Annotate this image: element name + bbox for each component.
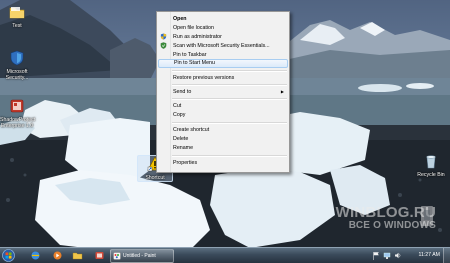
menu-item-label: Send to [173,89,192,95]
network-icon[interactable] [383,249,391,262]
menu-item-open-file-location[interactable]: Open file location [172,24,287,32]
uac-shield-icon [160,33,167,40]
flag-icon[interactable] [372,249,380,262]
menu-item-restore-previous-versions[interactable]: Restore previous versions [172,74,287,82]
desktop-icon-label: Microsoft Security... [5,69,29,81]
menu-item-pin-to-taskbar[interactable]: Pin to Taskbar [172,51,287,59]
desktop-icon-microsoft-security[interactable]: Microsoft Security... [0,50,34,81]
explorer-icon[interactable] [30,249,41,262]
menu-item-delete[interactable]: Delete [172,135,287,143]
menu-separator [172,70,287,72]
desktop-icon-label: Shortcut [145,175,165,181]
menu-item-pin-to-start-menu[interactable]: Pin to Start Menu [158,59,288,68]
menu-separator [172,122,287,124]
desktop-icon-label: ShadowProtect Enterprise 1.0 [0,117,36,129]
desktop-icon-label: Test [12,23,22,29]
menu-separator [172,98,287,100]
menu-item-cut[interactable]: Cut [172,102,287,110]
media-player-icon[interactable] [52,249,63,262]
menu-item-properties[interactable]: Properties [172,159,287,167]
desktop-icon-recycle-bin[interactable]: Recycle Bin [414,153,448,178]
menu-item-run-as-administrator[interactable]: Run as administrator [172,33,287,41]
mse-icon [160,42,167,49]
taskbar-clock[interactable]: 11:27 AM [418,248,440,263]
desktop-icon-shadowprotect[interactable]: ShadowProtect Enterprise 1.0 [0,98,36,129]
submenu-arrow-icon: ▶ [280,89,284,94]
menu-item-rename[interactable]: Rename [172,144,287,152]
taskbar: Untitled - Paint 11:27 AM [0,247,450,263]
windows-orb-icon[interactable] [2,249,15,262]
watermark-figure-icon [421,206,433,226]
folder-icon [9,7,25,19]
taskbar-window-paint[interactable]: Untitled - Paint [110,249,174,263]
menu-separator [172,84,287,86]
app-icon [10,99,24,113]
recycle-bin-icon [426,155,436,169]
desktop-icon-label: Recycle Bin [417,172,445,178]
menu-item-copy[interactable]: Copy [172,111,287,119]
context-menu: Open Open file location Run as administr… [156,11,290,173]
menu-item-send-to[interactable]: Send to ▶ [172,88,287,96]
taskbar-window-title: Untitled - Paint [123,253,156,259]
paint-icon [113,252,121,260]
volume-icon[interactable] [394,249,402,262]
show-desktop-button[interactable] [443,248,450,263]
menu-separator [172,155,287,157]
menu-item-create-shortcut[interactable]: Create shortcut [172,126,287,134]
menu-item-scan-mse[interactable]: Scan with Microsoft Security Essentials.… [172,42,287,50]
app-icon[interactable] [94,249,105,262]
shield-icon [10,50,24,66]
menu-item-open[interactable]: Open [172,15,287,23]
folder-icon[interactable] [72,249,83,262]
desktop-icon-test[interactable]: Test [0,4,34,29]
